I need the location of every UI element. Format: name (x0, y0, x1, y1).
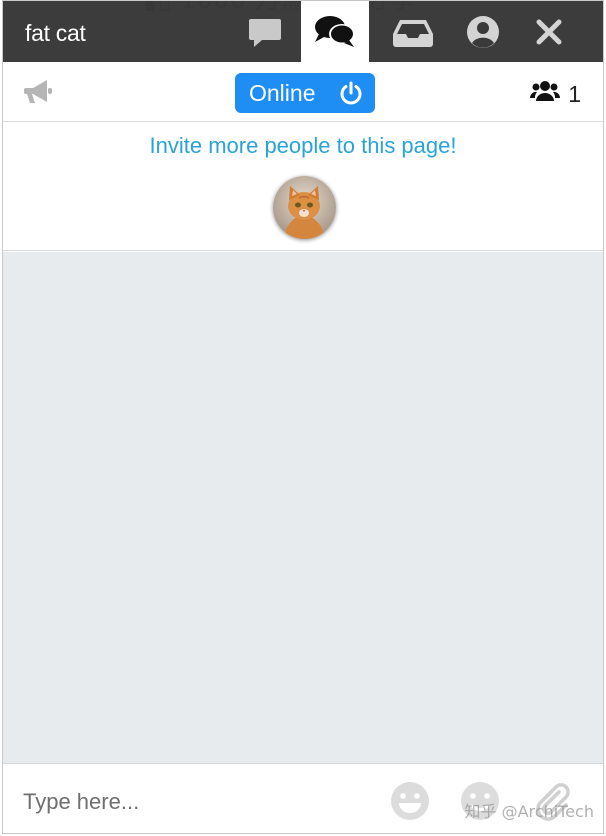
inbox-icon[interactable] (379, 1, 447, 62)
avatar[interactable] (273, 176, 336, 239)
invite-panel: Invite more people to this page! (3, 123, 603, 251)
comment-icon[interactable] (231, 1, 299, 62)
watermark: 知乎 @ArchiTech (464, 802, 594, 821)
chat-header: fat cat (3, 1, 603, 62)
user-circle-icon[interactable] (449, 1, 517, 62)
message-area[interactable] (3, 252, 603, 763)
status-bar: Online 1 (3, 62, 603, 122)
online-status-label: Online (249, 79, 316, 106)
people-count-value: 1 (568, 80, 581, 107)
close-icon[interactable] (515, 1, 583, 62)
power-icon (339, 81, 363, 111)
grin-icon[interactable] (389, 780, 431, 822)
bullhorn-icon[interactable] (23, 78, 55, 111)
chat-title: fat cat (25, 20, 86, 46)
comments-icon[interactable] (301, 1, 369, 62)
users-icon (530, 80, 561, 108)
people-count[interactable]: 1 (530, 80, 581, 108)
invite-link[interactable]: Invite more people to this page! (3, 133, 603, 159)
chat-widget: ▮▯ 1000 万点赞 ▮ 分享 fat cat (2, 0, 604, 834)
message-input[interactable] (23, 784, 363, 820)
online-toggle-button[interactable]: Online (235, 73, 375, 113)
